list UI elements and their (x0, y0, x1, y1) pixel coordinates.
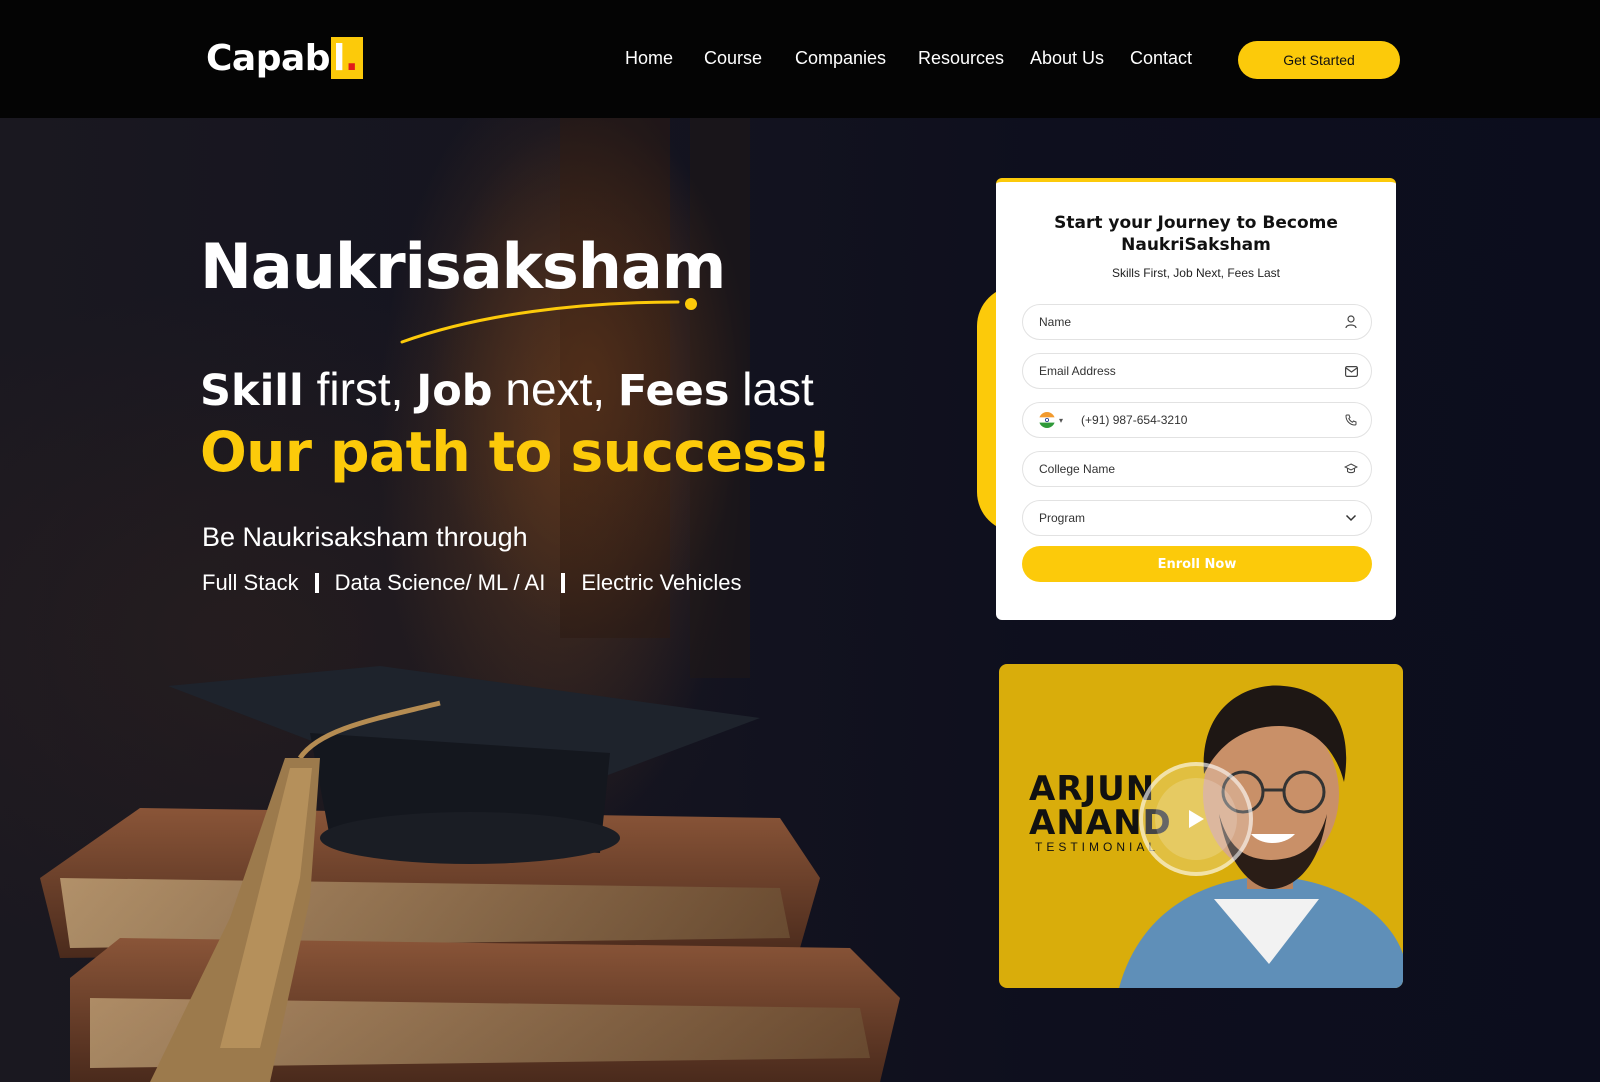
top-navbar: Capab l. Home Course Companies Resources… (0, 0, 1600, 118)
tagline-last: last (729, 363, 814, 415)
heading-underline-swoosh (400, 298, 697, 344)
program-electric-vehicles[interactable]: Electric Vehicles (581, 570, 741, 596)
phone-field[interactable]: ▾ (+91) 987-654-3210 (1022, 402, 1372, 438)
form-subtitle: Skills First, Job Next, Fees Last (1111, 266, 1281, 280)
hero-section: Naukrisaksham Skill first, Job next, Fee… (0, 118, 1600, 1082)
chevron-down-icon (1343, 510, 1359, 526)
form-title: Start your Journey to Become NaukriSaksh… (996, 212, 1396, 256)
nav-resources[interactable]: Resources (918, 48, 1004, 69)
user-icon (1343, 314, 1359, 330)
program-list: Full Stack Data Science/ ML / AI Electri… (202, 570, 742, 596)
program-separator (314, 573, 319, 593)
tagline-first: first, (303, 363, 417, 415)
nav-companies[interactable]: Companies (795, 48, 886, 69)
play-button[interactable] (1139, 762, 1253, 876)
program-selected-value: Program (1039, 511, 1086, 525)
enroll-form: Start your Journey to Become NaukriSaksh… (996, 178, 1396, 620)
nav-home[interactable]: Home (625, 48, 673, 69)
get-started-button[interactable]: Get Started (1238, 41, 1400, 79)
program-data-science[interactable]: Data Science/ ML / AI (335, 570, 546, 596)
hero-through-text: Be Naukrisaksham through (202, 522, 528, 552)
college-field[interactable]: College Name (1022, 451, 1372, 487)
name-placeholder: Name (1039, 315, 1072, 329)
college-placeholder: College Name (1039, 462, 1116, 476)
play-icon (1189, 810, 1204, 828)
hero-highlight: Our path to success! (200, 420, 832, 484)
tagline-skill: Skill (200, 366, 304, 416)
email-field[interactable]: Email Address (1022, 353, 1372, 389)
phone-icon (1343, 412, 1359, 428)
india-flag-icon[interactable] (1039, 412, 1055, 428)
form-title-line1: Start your Journey to Become (1054, 213, 1338, 233)
testimonial-label: TESTIMONIAL (1035, 840, 1160, 854)
hero-heading: Naukrisaksham (200, 230, 726, 303)
nav-contact[interactable]: Contact (1130, 48, 1192, 69)
tagline-job: Job (416, 366, 493, 416)
play-button-inner (1155, 778, 1237, 860)
program-select[interactable]: Program (1022, 500, 1372, 536)
country-chevron-icon[interactable]: ▾ (1059, 416, 1063, 425)
mail-icon (1343, 363, 1359, 379)
phone-placeholder: (+91) 987-654-3210 (1081, 413, 1188, 427)
program-separator (561, 573, 566, 593)
program-full-stack[interactable]: Full Stack (202, 570, 299, 596)
tagline-fees: Fees (617, 366, 730, 416)
name-field[interactable]: Name (1022, 304, 1372, 340)
hero-tagline: Skill first, Job next, Fees last (200, 362, 814, 416)
testimonial-video[interactable]: ARJUN ANAND TESTIMONIAL (999, 664, 1403, 988)
graduation-icon (1343, 461, 1359, 477)
enroll-now-button[interactable]: Enroll Now (1022, 546, 1372, 582)
form-title-line2: NaukriSaksham (1121, 235, 1271, 255)
nav-course[interactable]: Course (704, 48, 762, 69)
nav-about-us[interactable]: About Us (1030, 48, 1104, 69)
email-placeholder: Email Address (1039, 364, 1116, 378)
tagline-next: next, (492, 363, 618, 415)
